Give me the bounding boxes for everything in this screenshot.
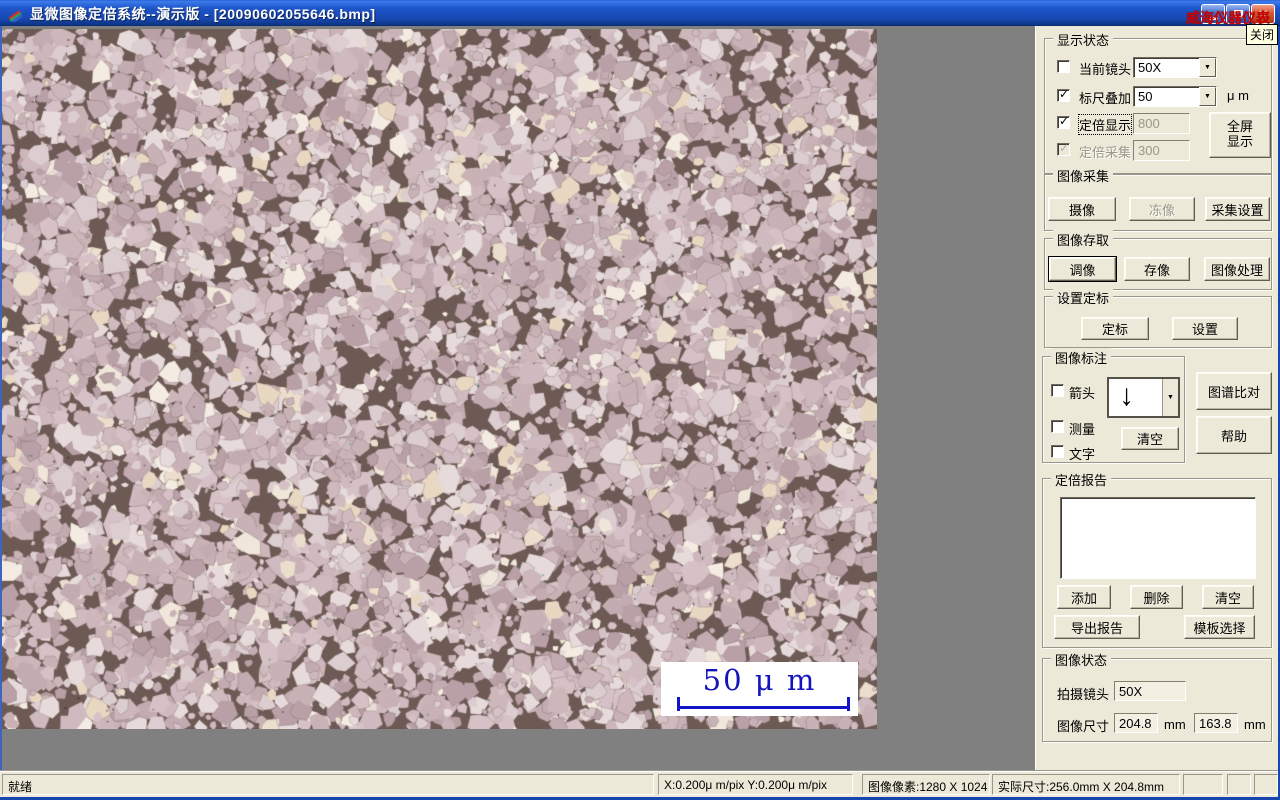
setup-button[interactable]: 设置 — [1172, 317, 1238, 340]
scale-bar-label: 50 μ m — [702, 663, 817, 697]
fixed-display-value: 800 — [1133, 113, 1190, 134]
label-fixed-capture: 定倍采集 — [1079, 145, 1132, 160]
group-image-storage: 图像存取 调像 存像 图像处理 — [1044, 230, 1272, 290]
status-pixel-scale: X:0.200μ m/pix Y:0.200μ m/pix — [658, 774, 853, 795]
group-image-capture: 图像采集 摄像 冻像 采集设置 — [1044, 166, 1272, 231]
load-image-button[interactable]: 调像 — [1049, 257, 1116, 281]
checkbox-fixed-capture: ✓ — [1057, 141, 1070, 156]
check-icon: ✓ — [1059, 141, 1070, 155]
status-empty-3 — [1254, 774, 1278, 795]
label-ruler-overlay: 标尺叠加 — [1079, 91, 1132, 106]
group-title: 图像标注 — [1051, 348, 1112, 367]
group-title: 图像采集 — [1053, 166, 1114, 185]
triangle-icon: ▼ — [1204, 93, 1211, 100]
group-image-status: 图像状态 拍摄镜头 50X 图像尺寸 204.8 mm 163.8 mm — [1042, 650, 1272, 742]
group-title: 图像存取 — [1053, 230, 1114, 249]
chevron-down-icon[interactable]: ▼ — [1199, 87, 1216, 106]
checkbox-text[interactable] — [1051, 445, 1064, 458]
image-height-value: 163.8 — [1194, 713, 1238, 733]
status-image-pixels: 图像像素:1280 X 1024 — [862, 774, 990, 795]
scale-bar-overlay: 50 μ m — [661, 662, 858, 716]
chevron-down-icon[interactable]: ▼ — [1199, 58, 1216, 77]
clear-annotation-button[interactable]: 清空 — [1121, 427, 1179, 450]
report-delete-button[interactable]: 删除 — [1130, 585, 1183, 609]
close-tooltip: 关闭 — [1246, 24, 1279, 45]
fullscreen-button[interactable]: 全屏 显示 — [1209, 112, 1271, 158]
group-title: 设置定标 — [1053, 288, 1114, 307]
checkbox-measure[interactable] — [1051, 420, 1064, 433]
status-actual-size: 实际尺寸:256.0mm X 204.8mm — [992, 774, 1180, 795]
freeze-button: 冻像 — [1129, 197, 1195, 221]
label-image-size: 图像尺寸 — [1057, 719, 1110, 734]
lens-combo[interactable]: 50X ▼ — [1133, 57, 1217, 78]
down-arrow-icon: ↓ — [1119, 379, 1134, 412]
calibrate-button[interactable]: 定标 — [1081, 317, 1149, 340]
status-bar: 就绪 X:0.200μ m/pix Y:0.200μ m/pix 图像像素:12… — [0, 770, 1280, 797]
titlebar: 显微图像定倍系统--演示版 - [20090602055646.bmp] ✕ 威… — [0, 0, 1280, 45]
image-process-button[interactable]: 图像处理 — [1204, 257, 1270, 281]
report-add-button[interactable]: 添加 — [1057, 585, 1111, 609]
report-listbox[interactable] — [1060, 497, 1256, 579]
capture-settings-button[interactable]: 采集设置 — [1205, 197, 1270, 221]
window-left-border — [0, 26, 2, 797]
label-current-lens: 当前镜头 — [1079, 62, 1132, 77]
image-width-value: 204.8 — [1114, 713, 1158, 733]
status-empty-1 — [1183, 774, 1223, 795]
label-measure: 测量 — [1069, 422, 1096, 437]
group-title: 图像状态 — [1051, 650, 1112, 669]
scale-bar-line — [677, 697, 850, 711]
export-report-button[interactable]: 导出报告 — [1054, 615, 1140, 639]
help-button[interactable]: 帮助 — [1196, 416, 1272, 454]
triangle-icon: ▼ — [1204, 64, 1211, 71]
label-arrow: 箭头 — [1069, 386, 1096, 401]
report-clear-button[interactable]: 清空 — [1202, 585, 1254, 609]
save-image-button[interactable]: 存像 — [1124, 257, 1190, 281]
group-title: 显示状态 — [1053, 30, 1114, 49]
ruler-combo[interactable]: 50 ▼ — [1133, 86, 1217, 107]
check-icon: ✓ — [1059, 114, 1070, 128]
lens-combo-value: 50X — [1138, 60, 1162, 75]
group-calibration: 设置定标 定标 设置 — [1044, 288, 1272, 348]
checkbox-current-lens[interactable] — [1057, 60, 1070, 73]
template-select-button[interactable]: 模板选择 — [1184, 615, 1255, 639]
ruler-unit: μ m — [1227, 88, 1249, 103]
height-unit: mm — [1244, 717, 1266, 732]
fullscreen-label-1: 全屏 — [1226, 119, 1253, 135]
control-panel: 显示状态 当前镜头 50X ▼ ✓ 标尺叠加 50 ▼ μ m ✓ 定倍显示 8… — [1035, 26, 1280, 770]
micrograph-image[interactable] — [2, 29, 877, 729]
image-viewport: 50 μ m — [0, 26, 1035, 770]
arrow-style-combo[interactable]: ↓ ▼ — [1107, 377, 1180, 418]
fullscreen-label-2: 显示 — [1226, 134, 1253, 149]
checkbox-arrow[interactable] — [1051, 384, 1064, 397]
group-report: 定倍报告 添加 删除 清空 导出报告 模板选择 — [1042, 470, 1272, 648]
window-title: 显微图像定倍系统--演示版 - [20090602055646.bmp] — [30, 6, 376, 22]
checkbox-fixed-display[interactable]: ✓ — [1057, 114, 1070, 129]
ruler-combo-value: 50 — [1138, 89, 1153, 104]
group-display-status: 显示状态 当前镜头 50X ▼ ✓ 标尺叠加 50 ▼ μ m ✓ 定倍显示 8… — [1044, 30, 1272, 174]
label-shoot-lens: 拍摄镜头 — [1057, 687, 1110, 702]
atlas-compare-button[interactable]: 图谱比对 — [1196, 372, 1272, 410]
app-icon — [6, 4, 24, 24]
shoot-lens-value: 50X — [1114, 681, 1186, 701]
checkbox-ruler-overlay[interactable]: ✓ — [1057, 87, 1070, 102]
status-ready: 就绪 — [2, 774, 654, 795]
status-empty-2 — [1227, 774, 1251, 795]
chevron-down-icon[interactable]: ▼ — [1162, 379, 1178, 416]
shoot-button[interactable]: 摄像 — [1048, 197, 1116, 221]
label-text: 文字 — [1069, 447, 1096, 462]
group-title: 定倍报告 — [1051, 470, 1112, 489]
width-unit: mm — [1164, 717, 1186, 732]
label-fixed-display: 定倍显示 — [1077, 114, 1133, 135]
group-annotation: 图像标注 箭头 ↓ ▼ 测量 文字 清空 — [1042, 348, 1185, 463]
check-icon: ✓ — [1059, 87, 1070, 101]
triangle-icon: ▼ — [1167, 394, 1174, 401]
fixed-capture-value: 300 — [1133, 140, 1190, 161]
